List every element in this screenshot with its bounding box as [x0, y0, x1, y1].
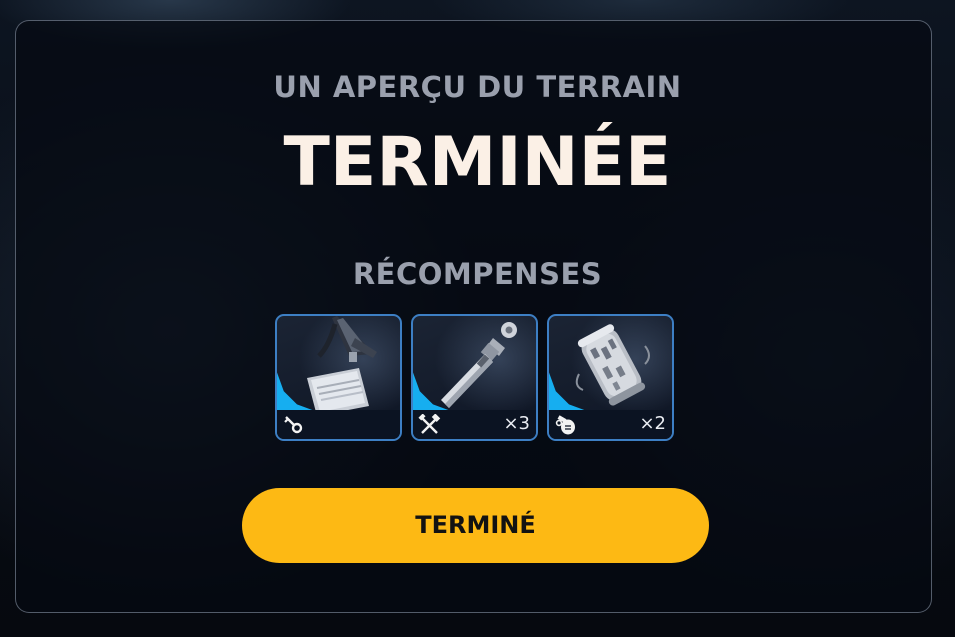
id-badge-icon: [307, 316, 377, 412]
crossed-tools-icon: [418, 414, 441, 434]
mission-subtitle: UN APERÇU DU TERRAIN: [273, 70, 682, 104]
done-button[interactable]: TERMINÉ: [242, 488, 709, 563]
card-footer: ×2: [549, 410, 672, 439]
rewards-heading: RÉCOMPENSES: [352, 257, 603, 291]
reward-card-badge[interactable]: [275, 314, 402, 441]
reward-card-canister[interactable]: ×2: [547, 314, 674, 441]
reward-quantity: ×2: [639, 413, 666, 434]
mission-status-title: TERMINÉE: [283, 123, 672, 202]
reward-card-pipe-part[interactable]: ×3: [411, 314, 538, 441]
pipe-part-icon: [441, 322, 517, 408]
canister-icon: [575, 324, 650, 406]
card-footer: [277, 410, 400, 439]
key-icon: [284, 416, 303, 434]
card-footer: ×3: [413, 410, 536, 439]
grenade-icon: [555, 415, 575, 435]
reward-quantity: ×3: [503, 413, 530, 434]
